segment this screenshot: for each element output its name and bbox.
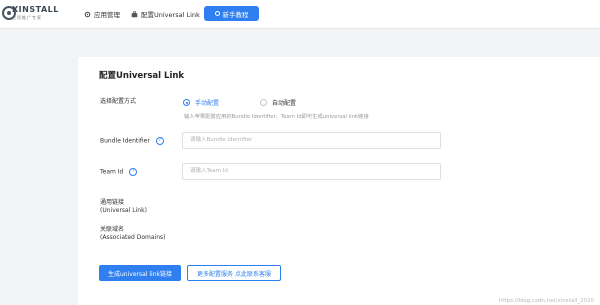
brand-name: XINSTALL xyxy=(12,5,59,14)
nav-tutorial-tab[interactable]: 新手教程 xyxy=(204,6,259,21)
help-icon[interactable]: ? xyxy=(155,137,164,145)
radio-auto-label: 自动配置 xyxy=(272,100,297,107)
bundle-identifier-label: Bundle Identifier ? xyxy=(100,137,164,146)
config-method-label: 选择配置方式 xyxy=(100,98,137,105)
universal-link-title: 通用链接 xyxy=(100,199,125,206)
radio-auto-config[interactable]: 自动配置 xyxy=(260,98,296,107)
team-id-text: Team Id xyxy=(100,168,124,176)
brand-logo[interactable]: XINSTALL 应用推广专家 xyxy=(2,4,60,24)
nav-configure-universal-link[interactable]: 配置Universal Link xyxy=(131,8,200,20)
generate-universal-link-button[interactable]: 生成universal link链接 xyxy=(99,265,181,281)
associated-domains-label: 关联域名 (Associated Domains) xyxy=(100,226,166,242)
associated-domains-title: 关联域名 xyxy=(100,226,125,233)
radio-unselected-icon xyxy=(260,99,267,106)
page-title: 配置Universal Link xyxy=(99,71,185,81)
brand-tagline: 应用推广专家 xyxy=(12,15,42,20)
team-id-label: Team Id ? xyxy=(100,168,138,177)
briefcase-icon xyxy=(131,10,138,17)
contact-support-button[interactable]: 更多配置服务 点此联系客服 xyxy=(187,265,281,281)
help-icon[interactable]: ? xyxy=(129,168,138,176)
gear-icon xyxy=(84,11,91,17)
team-id-input[interactable]: 请输入Team Id xyxy=(182,163,441,180)
radio-manual-label: 手动配置 xyxy=(195,100,220,107)
radio-manual-config[interactable]: 手动配置 xyxy=(183,98,219,107)
universal-link-label: 通用链接 (Universal Link) xyxy=(100,199,147,215)
universal-link-subtitle: (Universal Link) xyxy=(100,207,147,214)
circle-icon xyxy=(214,11,220,16)
nav-app-management[interactable]: 应用管理 xyxy=(84,8,120,20)
watermark: https://blog.csdn.net/xinstall_2020 xyxy=(498,298,594,304)
top-navigation-bar: XINSTALL 应用推广专家 应用管理 配置Universal Link 新手… xyxy=(0,0,600,29)
config-hint: 输入苹果配置应用的Bundle Identifier、Team Id即可生成un… xyxy=(184,114,369,120)
radio-selected-icon xyxy=(183,99,190,106)
nav-app-management-label: 应用管理 xyxy=(94,11,120,19)
bundle-identifier-input[interactable]: 请输入Bundle Identifier xyxy=(182,132,441,149)
bundle-identifier-text: Bundle Identifier xyxy=(100,137,150,145)
associated-domains-subtitle: (Associated Domains) xyxy=(100,234,166,241)
nav-configure-universal-link-label: 配置Universal Link xyxy=(141,11,200,19)
nav-tutorial-label: 新手教程 xyxy=(222,10,249,19)
